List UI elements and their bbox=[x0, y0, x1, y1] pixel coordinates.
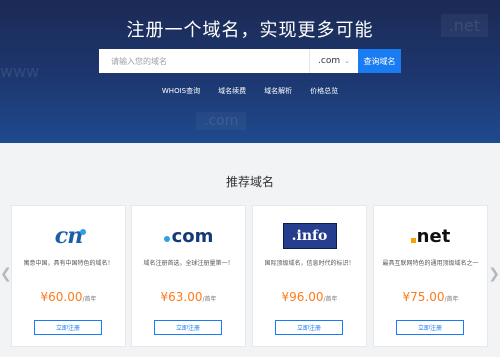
domain-card-cn: cn 寓意中国，具有中国特色的域名！ ¥60.00/首年 立即注册 bbox=[11, 205, 126, 347]
register-now-button[interactable]: 立即注册 bbox=[34, 320, 102, 335]
tld-select[interactable]: .com ⌄ bbox=[309, 49, 358, 73]
link-renew[interactable]: 域名续费 bbox=[218, 86, 246, 96]
info-logo: . info bbox=[253, 218, 366, 254]
net-logo: net bbox=[374, 218, 487, 254]
price-unit: /首年 bbox=[323, 296, 338, 303]
com-logo: com bbox=[132, 218, 245, 254]
card-price: ¥60.00/首年 bbox=[12, 290, 125, 304]
chevron-right-icon[interactable]: ❯ bbox=[488, 266, 500, 282]
hero-bg-com-text: .com bbox=[196, 112, 247, 130]
card-price: ¥63.00/首年 bbox=[132, 290, 245, 304]
cn-logo: cn bbox=[12, 218, 125, 254]
hero-quick-links: WHOIS查询 域名续费 域名解析 价格总览 bbox=[0, 86, 500, 96]
search-domain-button[interactable]: 查询域名 bbox=[358, 49, 401, 73]
card-description: 寓意中国，具有中国特色的域名！ bbox=[23, 260, 114, 267]
card-description: 国际顶级域名，信息时代的标识！ bbox=[264, 260, 355, 267]
card-description: 最具互联网特色的通用顶级域名之一 bbox=[382, 260, 479, 267]
register-now-button[interactable]: 立即注册 bbox=[396, 320, 464, 335]
domain-card-net: net 最具互联网特色的通用顶级域名之一 ¥75.00/首年 立即注册 bbox=[373, 205, 488, 347]
price-value: ¥75.00 bbox=[402, 290, 445, 304]
hero-banner: .net www .com 注册一个域名，实现更多可能 .com ⌄ 查询域名 … bbox=[0, 0, 500, 143]
domain-card-com: com 域名注册首选，全球注册量第一！ ¥63.00/首年 立即注册 bbox=[131, 205, 246, 347]
section-title: 推荐域名 bbox=[225, 175, 274, 189]
domain-search-input[interactable] bbox=[99, 49, 309, 73]
register-now-button[interactable]: 立即注册 bbox=[154, 320, 222, 335]
hero-title: 注册一个域名，实现更多可能 bbox=[126, 20, 374, 41]
price-unit: /首年 bbox=[202, 296, 217, 303]
link-dns[interactable]: 域名解析 bbox=[264, 86, 292, 96]
price-value: ¥63.00 bbox=[160, 290, 203, 304]
tld-select-value: .com bbox=[318, 56, 341, 66]
price-unit: /首年 bbox=[82, 296, 97, 303]
chevron-down-icon: ⌄ bbox=[344, 57, 350, 65]
price-unit: /首年 bbox=[444, 296, 459, 303]
card-price: ¥75.00/首年 bbox=[374, 290, 487, 304]
card-description: 域名注册首选，全球注册量第一！ bbox=[143, 260, 234, 267]
card-price: ¥96.00/首年 bbox=[253, 290, 366, 304]
link-pricing[interactable]: 价格总览 bbox=[310, 86, 338, 96]
chevron-left-icon[interactable]: ❮ bbox=[0, 266, 12, 282]
hero-bg-www-text: www bbox=[0, 62, 40, 81]
domain-card-info: . info 国际顶级域名，信息时代的标识！ ¥96.00/首年 立即注册 bbox=[252, 205, 367, 347]
domain-search-bar: .com ⌄ 查询域名 bbox=[99, 49, 401, 73]
price-value: ¥60.00 bbox=[40, 290, 83, 304]
register-now-button[interactable]: 立即注册 bbox=[275, 320, 343, 335]
price-value: ¥96.00 bbox=[281, 290, 324, 304]
link-whois[interactable]: WHOIS查询 bbox=[162, 86, 200, 96]
